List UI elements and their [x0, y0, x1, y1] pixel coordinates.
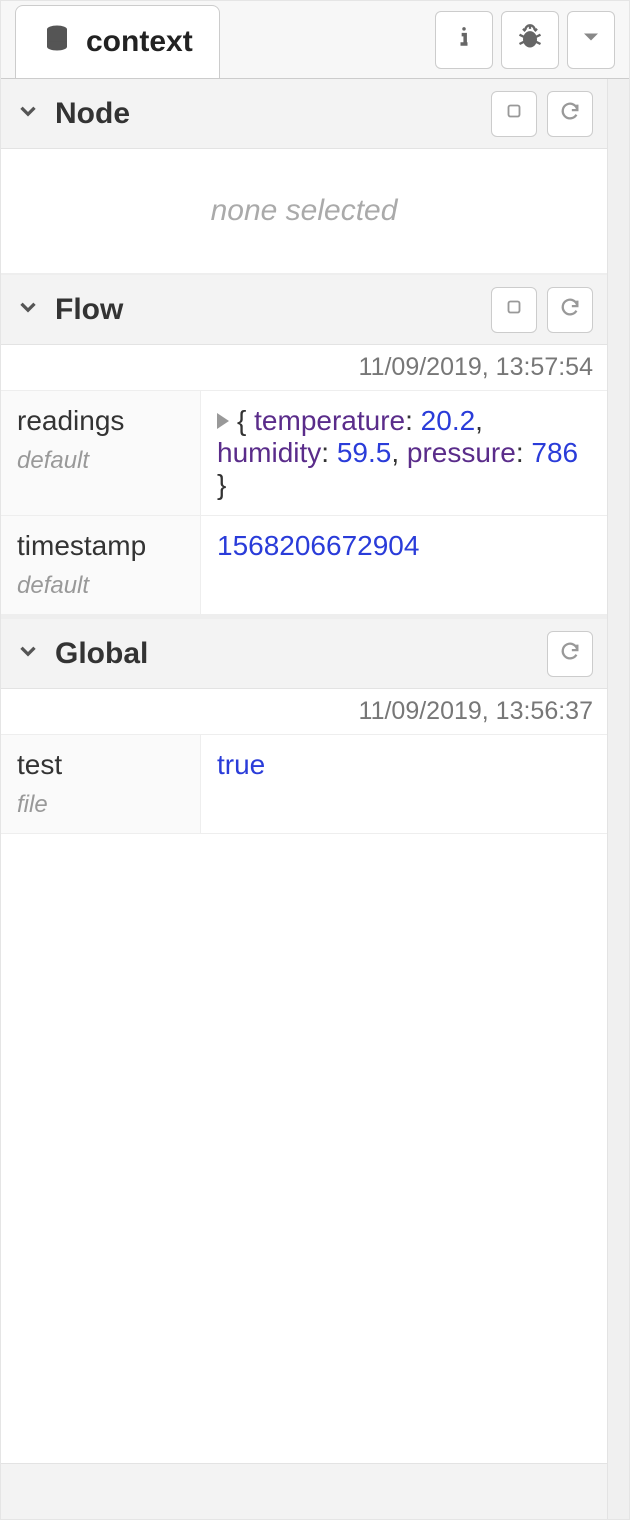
- section-title-flow: Flow: [41, 293, 123, 327]
- info-button[interactable]: [435, 11, 493, 69]
- context-key: test: [17, 749, 184, 781]
- box-icon: [503, 100, 525, 127]
- refresh-icon: [559, 640, 581, 667]
- context-key: timestamp: [17, 530, 184, 562]
- flow-timestamp: 11/09/2019, 13:57:54: [1, 345, 607, 391]
- empty-area: [1, 834, 607, 1463]
- global-refresh-button[interactable]: [547, 631, 593, 677]
- debug-button[interactable]: [501, 11, 559, 69]
- chevron-down-icon: [15, 638, 41, 669]
- more-menu-button[interactable]: [567, 11, 615, 69]
- table-row: timestamp default 1568206672904: [1, 516, 607, 615]
- context-store: file: [17, 791, 184, 819]
- tab-label: context: [86, 25, 193, 59]
- table-row: readings default { temperature: 20.2, hu…: [1, 391, 607, 516]
- context-store: default: [17, 572, 184, 600]
- context-key: readings: [17, 405, 184, 437]
- context-value-test[interactable]: true: [201, 735, 607, 833]
- sidebar-tab-row: context: [1, 1, 629, 79]
- section-title-global: Global: [41, 637, 148, 671]
- tab-context[interactable]: context: [15, 5, 220, 78]
- caret-down-icon: [577, 23, 605, 56]
- section-head-flow[interactable]: Flow: [1, 275, 607, 345]
- context-value-readings[interactable]: { temperature: 20.2, humidity: 59.5, pre…: [201, 391, 607, 515]
- node-empty-state: none selected: [1, 149, 607, 275]
- vertical-scrollbar[interactable]: [607, 79, 629, 1519]
- bug-icon: [516, 23, 544, 56]
- chevron-down-icon: [15, 98, 41, 129]
- info-icon: [450, 23, 478, 56]
- chevron-down-icon: [15, 294, 41, 325]
- box-icon: [503, 296, 525, 323]
- section-title-node: Node: [41, 97, 130, 131]
- section-head-node[interactable]: Node: [1, 79, 607, 149]
- refresh-icon: [559, 296, 581, 323]
- node-refresh-button[interactable]: [547, 91, 593, 137]
- global-timestamp: 11/09/2019, 13:56:37: [1, 689, 607, 735]
- table-row: test file true: [1, 735, 607, 834]
- section-head-global[interactable]: Global: [1, 619, 607, 689]
- node-copy-button[interactable]: [491, 91, 537, 137]
- refresh-icon: [559, 100, 581, 127]
- panel-footer: [1, 1463, 607, 1519]
- context-store: default: [17, 447, 184, 475]
- context-value-timestamp[interactable]: 1568206672904: [201, 516, 607, 614]
- flow-copy-button[interactable]: [491, 287, 537, 333]
- database-icon: [42, 23, 72, 61]
- flow-refresh-button[interactable]: [547, 287, 593, 333]
